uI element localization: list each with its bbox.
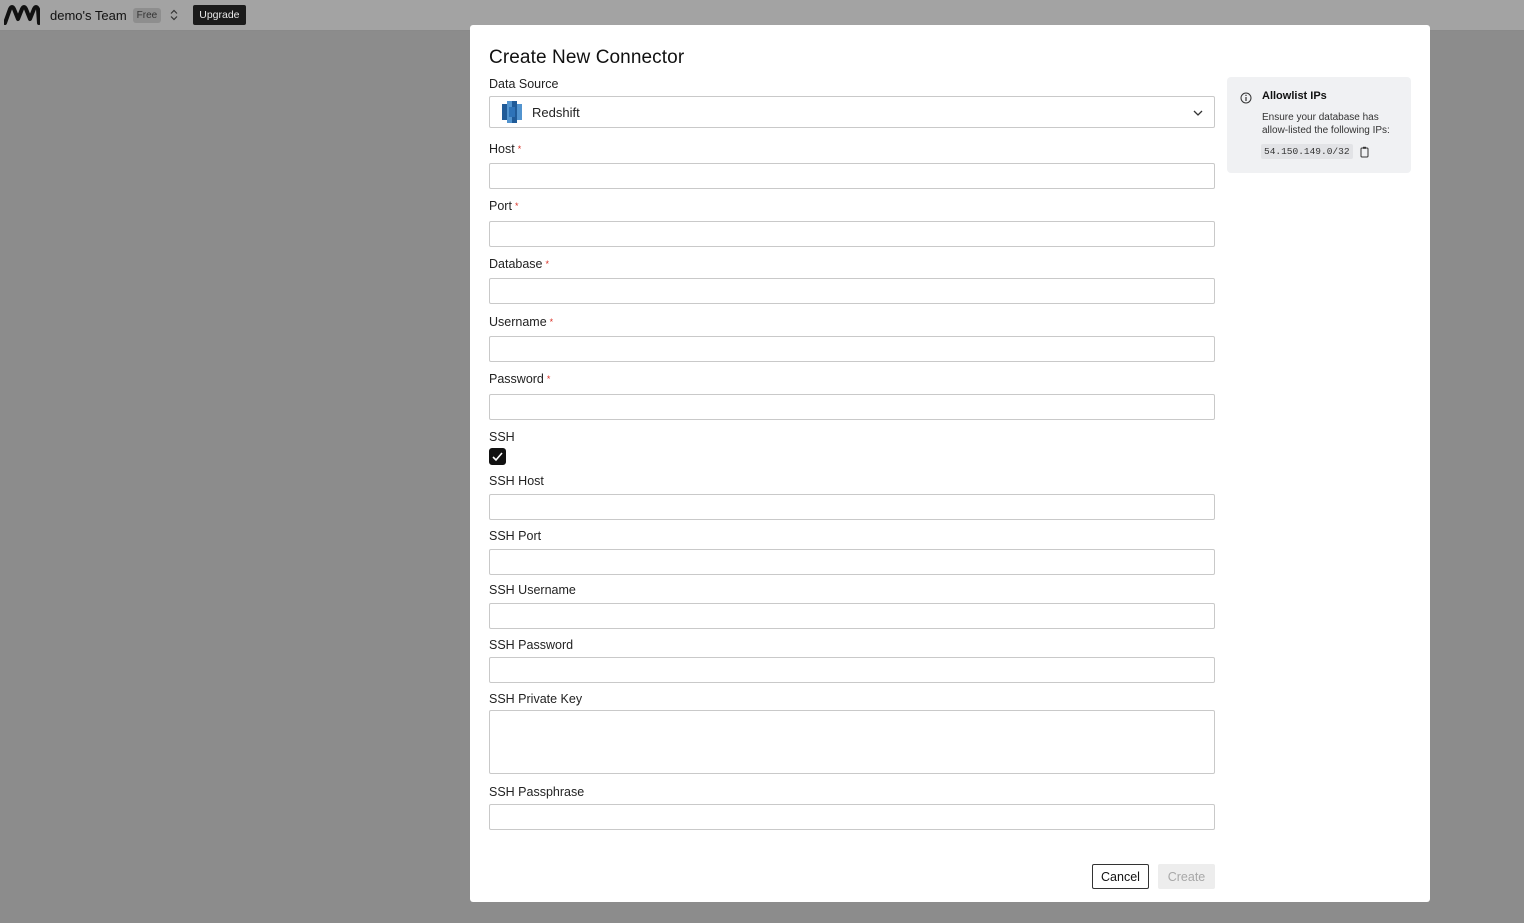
required-mark: *	[549, 317, 554, 327]
cancel-button[interactable]: Cancel	[1092, 864, 1149, 889]
create-connector-modal: Create New Connector Data Source Redshif…	[470, 25, 1430, 902]
ssh-private-key-label: SSH Private Key	[489, 692, 583, 706]
ssh-port-input[interactable]	[489, 549, 1215, 575]
ssh-username-label: SSH Username	[489, 583, 576, 597]
password-input[interactable]	[489, 394, 1215, 420]
database-label: Database	[489, 257, 543, 271]
data-source-select[interactable]: Redshift	[489, 96, 1215, 128]
ssh-password-label: SSH Password	[489, 638, 574, 652]
ssh-label: SSH	[489, 430, 515, 444]
ssh-passphrase-field: SSH Passphrase	[489, 785, 1215, 830]
ssh-port-label: SSH Port	[489, 529, 542, 543]
ssh-private-key-textarea[interactable]	[489, 710, 1215, 774]
ssh-field: SSH	[489, 430, 1215, 465]
chevron-down-icon	[1193, 110, 1203, 116]
allowlist-title: Allowlist IPs	[1262, 90, 1327, 102]
data-source-label: Data Source	[489, 77, 559, 91]
allowlist-panel: Allowlist IPs Ensure your database has a…	[1227, 77, 1411, 173]
ssh-passphrase-input[interactable]	[489, 804, 1215, 830]
host-label: Host	[489, 142, 515, 156]
ssh-checkbox[interactable]	[489, 448, 506, 465]
allowlist-description: Ensure your database has allow-listed th…	[1262, 112, 1390, 136]
data-source-value: Redshift	[532, 104, 580, 120]
ssh-host-field: SSH Host	[489, 474, 1215, 520]
checkmark-icon	[492, 451, 503, 461]
database-field: Database *	[489, 257, 1215, 304]
ssh-username-input[interactable]	[489, 603, 1215, 629]
password-label: Password	[489, 372, 544, 386]
app-logo-icon[interactable]	[4, 5, 40, 25]
required-mark: *	[514, 201, 519, 211]
required-mark: *	[546, 374, 551, 384]
port-label: Port	[489, 199, 512, 213]
port-field: Port *	[489, 199, 1215, 247]
team-name[interactable]: demo's Team	[50, 8, 127, 23]
team-switcher-icon[interactable]	[167, 8, 181, 22]
port-input[interactable]	[489, 221, 1215, 247]
ssh-password-input[interactable]	[489, 657, 1215, 683]
required-mark: *	[545, 259, 550, 269]
copy-icon[interactable]	[1360, 146, 1371, 158]
host-field: Host *	[489, 142, 1215, 189]
create-button[interactable]: Create	[1158, 864, 1215, 889]
redshift-icon	[502, 101, 522, 123]
ssh-host-label: SSH Host	[489, 474, 544, 488]
ssh-passphrase-label: SSH Passphrase	[489, 785, 585, 799]
modal-title: Create New Connector	[489, 47, 685, 68]
host-input[interactable]	[489, 163, 1215, 189]
plan-badge: Free	[132, 7, 162, 23]
database-input[interactable]	[489, 278, 1215, 304]
ssh-username-field: SSH Username	[489, 583, 1215, 629]
username-label: Username	[489, 315, 547, 329]
ssh-port-field: SSH Port	[489, 529, 1215, 575]
password-field: Password *	[489, 372, 1215, 420]
upgrade-button[interactable]: Upgrade	[193, 5, 246, 25]
username-field: Username *	[489, 315, 1215, 362]
ssh-password-field: SSH Password	[489, 638, 1215, 683]
ssh-private-key-field: SSH Private Key	[489, 692, 1215, 774]
ssh-host-input[interactable]	[489, 494, 1215, 520]
allowlist-ip: 54.150.149.0/32	[1261, 144, 1353, 159]
username-input[interactable]	[489, 336, 1215, 362]
data-source-field: Data Source Redshift	[489, 77, 1215, 128]
info-icon	[1240, 92, 1252, 104]
required-mark: *	[517, 144, 522, 154]
